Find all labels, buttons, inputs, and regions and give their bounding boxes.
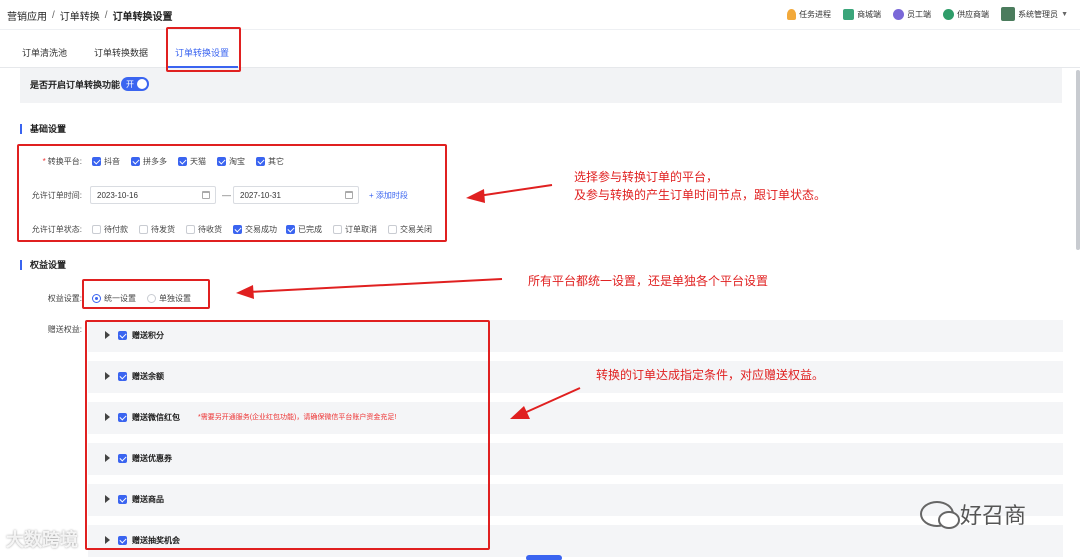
watermark-right-text: 好召商 bbox=[960, 503, 1027, 528]
annotation-platform-line-2: 及参与转换的产生订单时间节点，跟订单状态。 bbox=[574, 188, 827, 202]
scroll-indicator bbox=[526, 555, 562, 560]
watermark-left: 大数跨境 bbox=[6, 530, 78, 550]
arrow-line-3 bbox=[521, 387, 581, 415]
wechat-icon bbox=[920, 501, 960, 529]
watermark-right: 好召商 bbox=[920, 498, 1026, 530]
arrow-line-1 bbox=[477, 184, 553, 197]
arrow-line-2 bbox=[247, 278, 503, 293]
annotation-benefits: 转换的订单达成指定条件，对应赠送权益。 bbox=[596, 368, 825, 382]
arrow-head-3 bbox=[510, 406, 530, 419]
scrollbar[interactable] bbox=[1076, 70, 1080, 250]
arrow-head-2 bbox=[236, 285, 254, 299]
arrow-head-1 bbox=[466, 189, 485, 203]
annotation-rights-mode: 所有平台都统一设置，还是单独各个平台设置 bbox=[528, 274, 769, 288]
annotation-platform-line-1: 选择参与转换订单的平台， bbox=[574, 170, 719, 184]
